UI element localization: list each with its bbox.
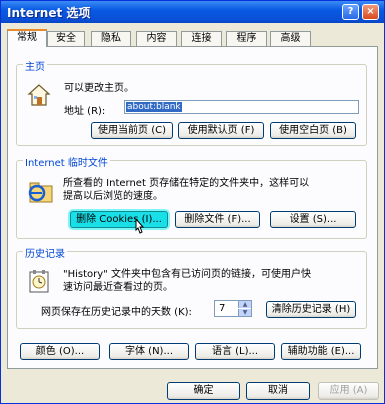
ok-button[interactable]: 确定 <box>167 382 240 400</box>
languages-button[interactable]: 语言 (L)... <box>195 343 275 360</box>
history-description-2: 速访问最近查看过的页。 <box>63 282 173 293</box>
title-bar[interactable]: Internet 选项 ? × <box>1 1 384 23</box>
tab-privacy[interactable]: 隐私 <box>91 31 131 46</box>
delete-cookies-button[interactable]: 删除 Cookies (I)... <box>70 211 168 228</box>
home-description: 可以更改主页。 <box>64 83 134 94</box>
help-button[interactable]: ? <box>342 4 359 20</box>
colors-button[interactable]: 颜色 (O)... <box>20 343 100 360</box>
apply-button[interactable]: 应用 (A) <box>318 382 379 400</box>
tab-general[interactable]: 常规 <box>7 29 47 47</box>
close-button[interactable]: × <box>362 4 379 20</box>
cancel-button[interactable]: 取消 <box>246 382 310 400</box>
tab-programs[interactable]: 程序 <box>226 31 267 46</box>
history-days-label: 网页保存在历史记录中的天数 (K): <box>41 307 192 318</box>
spin-down-icon[interactable]: ▼ <box>238 309 251 316</box>
use-blank-button[interactable]: 使用空白页 (B) <box>270 122 356 139</box>
home-address-input[interactable]: about:blank <box>124 100 359 114</box>
tab-content[interactable]: 内容 <box>136 31 177 46</box>
use-current-button[interactable]: 使用当前页 (C) <box>91 122 173 139</box>
internet-options-dialog: Internet 选项 ? × 常规 安全 隐私 内容 连接 程序 高级 主页 … <box>0 0 385 404</box>
clear-history-button[interactable]: 清除历史记录 (H) <box>266 301 356 318</box>
home-address-value: about:blank <box>126 102 182 112</box>
history-group-label: 历史记录 <box>23 245 67 260</box>
window-title: Internet 选项 <box>7 6 91 20</box>
home-page-group: 主页 可以更改主页。 地址 (R): about:blank 使用当前页 (C)… <box>16 58 367 146</box>
tab-security[interactable]: 安全 <box>47 31 85 46</box>
mouse-cursor-icon <box>135 218 145 234</box>
settings-button[interactable]: 设置 (S)... <box>270 211 356 228</box>
history-group: 历史记录 "History" 文件夹中包含有已访问页的链接，可使用户快 速访问最… <box>16 245 367 329</box>
general-tab-panel: 主页 可以更改主页。 地址 (R): about:blank 使用当前页 (C)… <box>7 46 378 369</box>
home-page-group-label: 主页 <box>23 58 47 73</box>
temp-files-group-label: Internet 临时文件 <box>23 154 110 169</box>
temp-files-description-2: 提高以后浏览的速度。 <box>63 191 163 202</box>
history-days-spinner[interactable]: 7 ▲ ▼ <box>214 300 252 317</box>
history-days-value: 7 <box>219 303 226 314</box>
address-label: 地址 (R): <box>64 106 106 117</box>
home-icon <box>27 84 51 106</box>
spin-up-icon[interactable]: ▲ <box>238 301 251 308</box>
tab-connections[interactable]: 连接 <box>181 31 222 46</box>
temp-files-group: Internet 临时文件 所查看的 Internet 页存储在特定的文件夹中，… <box>16 154 367 239</box>
use-default-button[interactable]: 使用默认页 (F) <box>178 122 264 139</box>
accessibility-button[interactable]: 辅助功能 (E)... <box>281 343 361 360</box>
delete-files-button[interactable]: 删除文件 (F)... <box>175 211 260 228</box>
fonts-button[interactable]: 字体 (N)... <box>109 343 189 360</box>
tab-advanced[interactable]: 高级 <box>270 31 311 46</box>
ie-folder-icon <box>28 182 53 203</box>
history-icon <box>29 270 49 293</box>
